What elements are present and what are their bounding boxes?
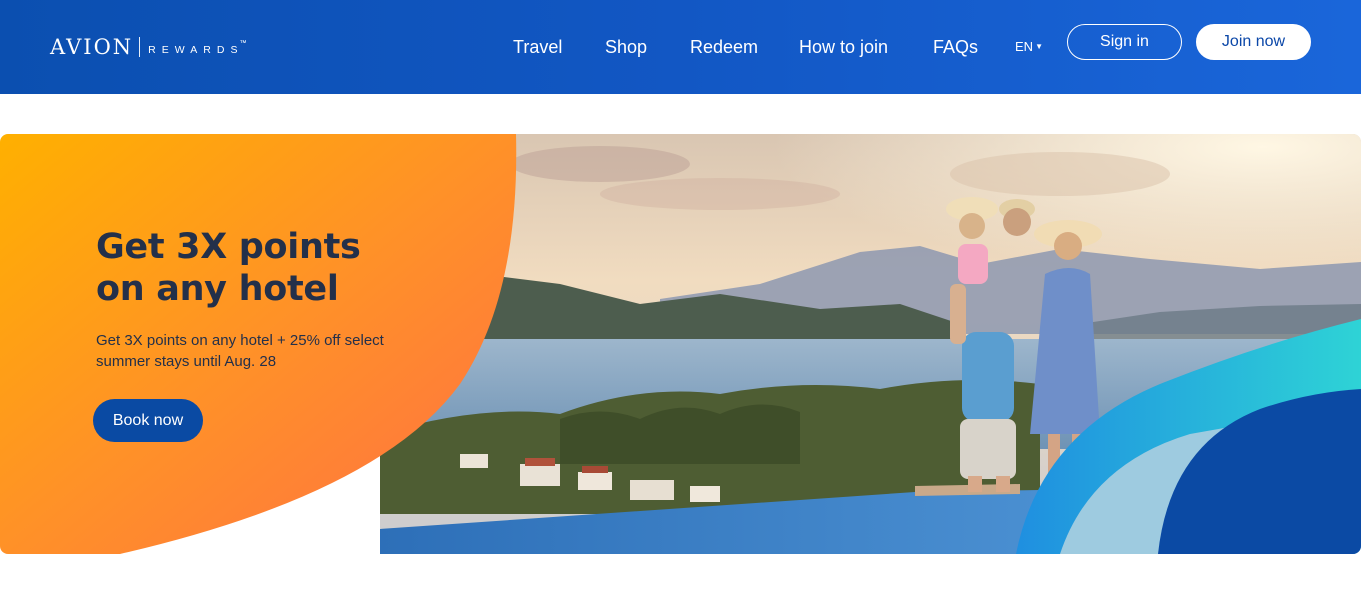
top-navigation-bar: AVION REWARDS ™ Travel Shop Redeem How t… [0, 0, 1361, 94]
logo-divider [139, 37, 141, 57]
logo-trademark: ™ [239, 39, 247, 47]
hero-subtitle: Get 3X points on any hotel + 25% off sel… [96, 332, 384, 370]
book-now-button[interactable]: Book now [93, 399, 203, 442]
logo-subwordmark: REWARDS [148, 44, 244, 56]
logo-wordmark: AVION [50, 35, 134, 59]
chevron-down-icon: ▼ [1035, 42, 1043, 51]
sign-in-button[interactable]: Sign in [1067, 24, 1182, 60]
nav-item-how-to-join[interactable]: How to join [799, 36, 888, 58]
language-label: EN [1015, 39, 1034, 54]
nav-item-shop[interactable]: Shop [605, 36, 647, 58]
hero-title: Get 3X points on any hotel [96, 227, 361, 309]
avion-rewards-logo[interactable]: AVION REWARDS ™ [50, 32, 246, 62]
nav-item-faqs[interactable]: FAQs [933, 36, 978, 58]
nav-item-redeem[interactable]: Redeem [690, 36, 758, 58]
nav-item-travel[interactable]: Travel [513, 36, 562, 58]
language-selector[interactable]: EN ▼ [1015, 38, 1043, 56]
join-now-button[interactable]: Join now [1196, 24, 1311, 60]
hero-banner: Get 3X points on any hotel Get 3X points… [0, 134, 1361, 554]
